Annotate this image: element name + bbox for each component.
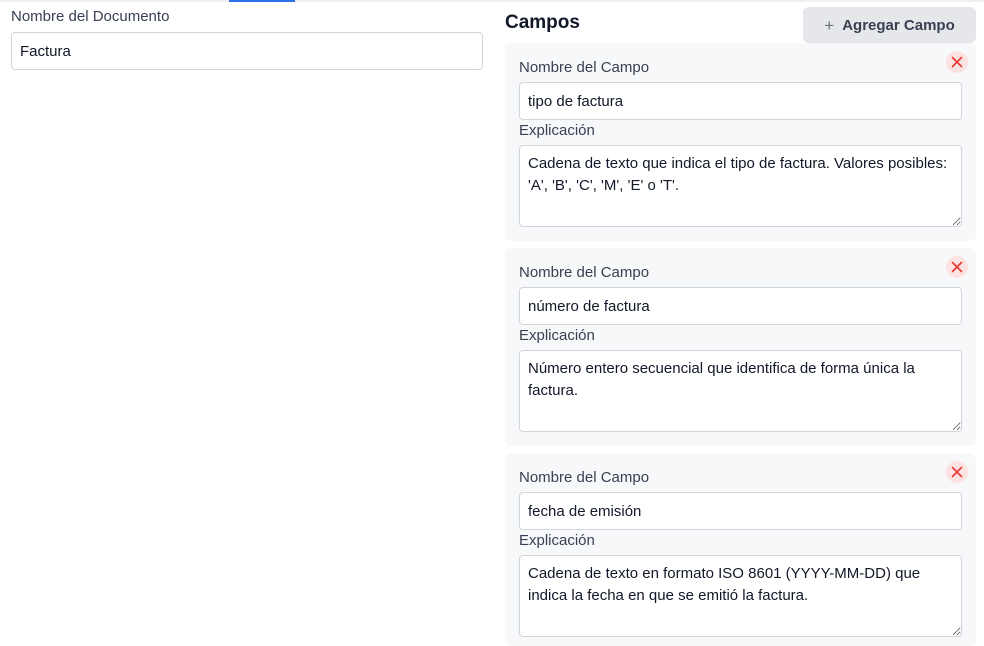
active-tab-indicator <box>229 0 295 2</box>
remove-field-button[interactable] <box>946 256 968 278</box>
field-explanation-textarea[interactable]: Cadena de texto en formato ISO 8601 (YYY… <box>519 555 962 637</box>
field-explanation-textarea[interactable]: Cadena de texto que indica el tipo de fa… <box>519 145 962 227</box>
field-name-label: Nombre del Campo <box>519 59 650 76</box>
close-x-icon <box>951 466 963 478</box>
add-field-button[interactable]: + Agregar Campo <box>803 7 976 43</box>
field-card: Nombre del Campo Explicación Cadena de t… <box>505 43 976 241</box>
document-name-input[interactable] <box>11 32 483 70</box>
remove-field-button[interactable] <box>946 461 968 483</box>
document-name-label: Nombre del Documento <box>11 8 170 25</box>
field-explanation-label: Explicación <box>519 532 595 549</box>
field-name-label: Nombre del Campo <box>519 469 650 486</box>
field-card: Nombre del Campo Explicación Cadena de t… <box>505 453 976 646</box>
field-name-input[interactable] <box>519 492 962 530</box>
field-name-input[interactable] <box>519 82 962 120</box>
field-explanation-label: Explicación <box>519 122 595 139</box>
close-x-icon <box>951 261 963 273</box>
field-explanation-label: Explicación <box>519 327 595 344</box>
add-field-button-label: Agregar Campo <box>842 16 955 34</box>
field-name-label: Nombre del Campo <box>519 264 650 281</box>
top-divider <box>0 0 984 2</box>
close-x-icon <box>951 56 963 68</box>
fields-section-title: Campos <box>505 12 580 33</box>
field-card: Nombre del Campo Explicación Número ente… <box>505 248 976 446</box>
field-name-input[interactable] <box>519 287 962 325</box>
remove-field-button[interactable] <box>946 51 968 73</box>
plus-icon: + <box>824 15 835 35</box>
field-explanation-textarea[interactable]: Número entero secuencial que identifica … <box>519 350 962 432</box>
